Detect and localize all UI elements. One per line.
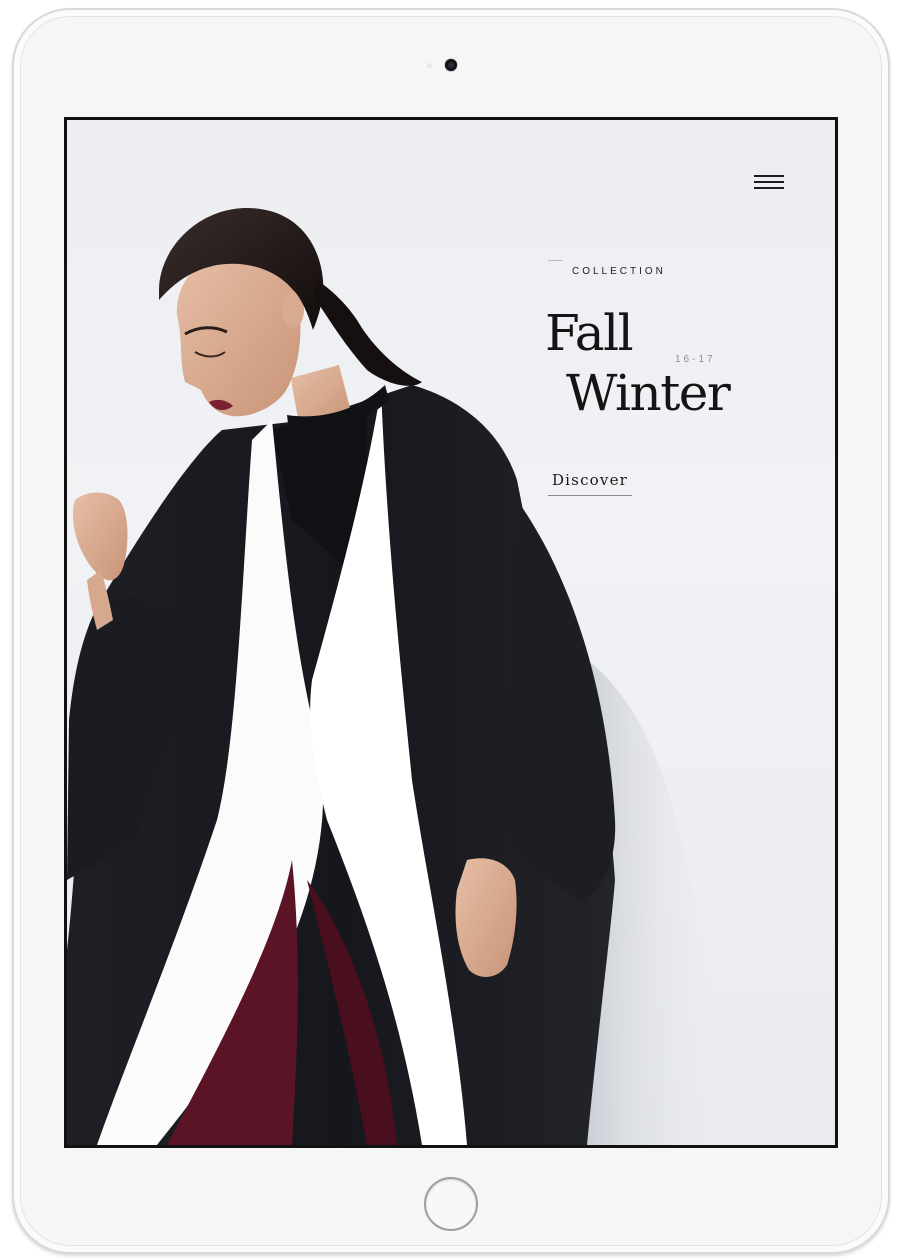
hero-title-fall: Fall	[545, 304, 634, 362]
collection-label: COLLECTION	[572, 266, 666, 277]
hero-title-winter: Winter	[566, 364, 731, 422]
tablet-screen: COLLECTION Fall 16-17 Winter Discover	[64, 117, 838, 1148]
discover-link[interactable]: Discover	[548, 471, 632, 496]
hero-section: COLLECTION Fall 16-17 Winter Discover	[67, 120, 835, 1145]
front-sensor	[427, 63, 432, 68]
menu-bar-top	[754, 175, 784, 177]
menu-bar-bottom	[754, 187, 784, 189]
hero-photo	[67, 208, 717, 1145]
front-camera-icon	[445, 59, 457, 71]
home-button[interactable]	[424, 1177, 478, 1231]
scroll-indicator[interactable]	[452, 1082, 453, 1145]
hamburger-menu-icon[interactable]	[753, 173, 785, 191]
menu-bar-middle	[754, 181, 784, 183]
collection-rule	[548, 260, 562, 261]
